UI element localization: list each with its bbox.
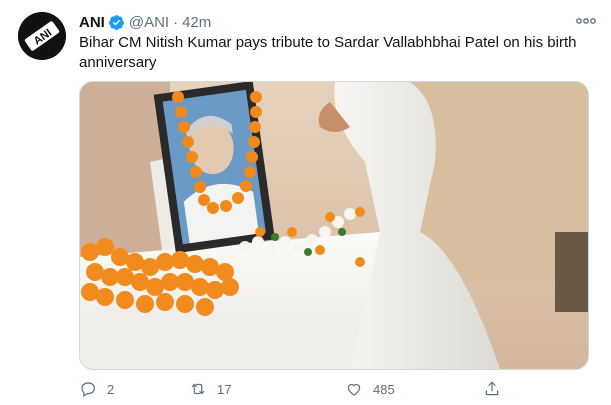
more-horizontal-icon: [576, 18, 596, 24]
retweet-count: 17: [217, 381, 232, 397]
author-handle[interactable]: @ANI: [129, 14, 169, 31]
tweet-timestamp[interactable]: 42m: [182, 14, 211, 31]
like-button[interactable]: 485: [345, 380, 395, 398]
reply-button[interactable]: 2: [79, 380, 114, 398]
avatar[interactable]: ANI: [18, 12, 66, 60]
tweet-actions: 2 17 485: [79, 378, 587, 400]
like-count: 485: [373, 381, 395, 397]
retweet-icon: [191, 383, 205, 395]
share-button[interactable]: [483, 380, 501, 398]
verified-badge-icon: [108, 14, 124, 30]
tweet-media[interactable]: [79, 81, 589, 370]
heart-icon: [347, 383, 361, 396]
reply-count: 2: [107, 381, 115, 397]
more-options-button[interactable]: [575, 12, 597, 30]
tweet-card[interactable]: ANI ANI @ANI · 42m Bihar CM Nitish Kumar…: [0, 0, 611, 405]
header-separator: ·: [173, 13, 179, 31]
photo-tribute-image: [80, 82, 588, 369]
reply-icon: [81, 382, 95, 398]
ani-logo-icon: ANI: [18, 12, 66, 60]
tweet-header: ANI @ANI · 42m: [79, 12, 211, 32]
author-name[interactable]: ANI: [79, 14, 105, 31]
share-icon: [485, 381, 499, 396]
retweet-button[interactable]: 17: [189, 380, 231, 398]
tweet-text: Bihar CM Nitish Kumar pays tribute to Sa…: [79, 34, 577, 71]
